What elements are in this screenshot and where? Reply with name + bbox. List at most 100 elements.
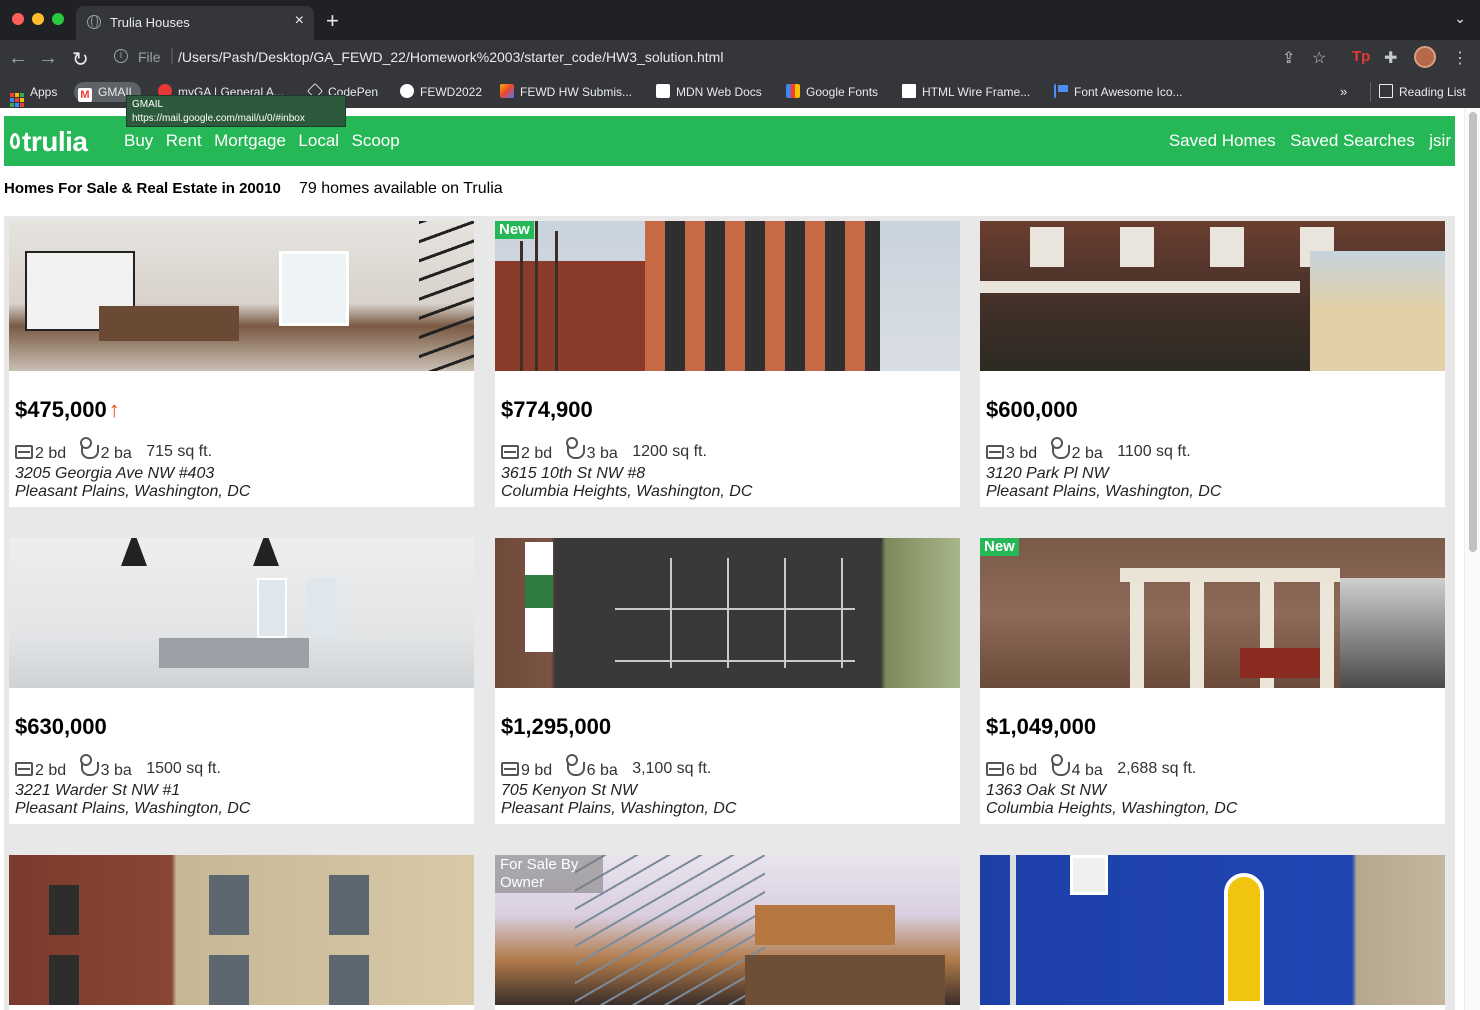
listing-card[interactable]: For Sale By Owner — [495, 855, 960, 1010]
browser-menu-icon[interactable]: ⋮ — [1452, 48, 1468, 68]
extensions-puzzle-icon[interactable]: ✚ — [1384, 48, 1397, 68]
sqft: 1500 sq ft. — [146, 760, 221, 777]
listing-specs: 2 bd 3 ba 1200 sq ft. — [501, 437, 707, 463]
page-scrollbar[interactable] — [1464, 108, 1480, 1010]
bookmark-apps[interactable]: Apps — [10, 82, 58, 107]
nav-rent[interactable]: Rent — [166, 131, 202, 150]
nav-buy[interactable]: Buy — [124, 131, 153, 150]
logo-text: trulia — [22, 126, 88, 157]
reload-icon[interactable]: ↻ — [72, 47, 89, 72]
sqft: 715 sq ft. — [146, 443, 213, 460]
listing-photo[interactable] — [9, 855, 474, 1005]
listing-card[interactable]: $1,295,000 9 bd 6 ba 3,100 sq ft. 705 Ke… — [495, 538, 960, 824]
tab-close-icon[interactable]: × — [295, 12, 304, 30]
listing-card[interactable] — [9, 855, 474, 1010]
nav-saved-searches[interactable]: Saved Searches — [1290, 131, 1415, 150]
nav-local[interactable]: Local — [298, 131, 339, 150]
maximize-window-button[interactable] — [52, 13, 64, 25]
area: Pleasant Plains, Washington, DC — [986, 483, 1222, 500]
street: 3205 Georgia Ave NW #403 — [15, 465, 215, 482]
info-icon[interactable]: i — [114, 49, 128, 63]
pendant-lamp-image — [121, 538, 147, 566]
bookmark-label: MDN Web Docs — [676, 85, 762, 99]
bookmark-font-awesome[interactable]: Font Awesome Ico... — [1054, 82, 1183, 102]
share-icon[interactable]: ⇪ — [1282, 48, 1295, 68]
url-separator: | — [170, 47, 175, 64]
results-count: 79 homes available on Trulia — [298, 180, 503, 197]
bookmark-fewd-hw[interactable]: FEWD HW Submis... — [500, 82, 632, 102]
extension-tp-icon[interactable]: Tp — [1352, 48, 1370, 65]
listing-photo[interactable]: For Sale By Owner — [495, 855, 960, 1005]
trulia-logo[interactable]: trulia — [10, 126, 88, 158]
forward-icon[interactable]: → — [38, 47, 58, 70]
scrollbar-thumb[interactable] — [1469, 112, 1477, 552]
bath-icon — [79, 754, 99, 776]
browser-tab[interactable]: Trulia Houses × — [76, 6, 314, 40]
listing-photo[interactable]: New — [980, 538, 1445, 688]
listing-card[interactable] — [980, 855, 1445, 1010]
sqft: 3,100 sq ft. — [632, 760, 712, 777]
page-title: Homes For Sale & Real Estate in 20010 — [4, 180, 281, 197]
listing-card[interactable]: $630,000 2 bd 3 ba 1500 sq ft. 3221 Ward… — [9, 538, 474, 824]
close-window-button[interactable] — [12, 13, 24, 25]
listing-photo[interactable] — [980, 221, 1445, 371]
listing-card[interactable]: New $774,900 2 bd 3 ba 1200 sq ft. 3615 … — [495, 221, 960, 507]
form-icon — [500, 84, 514, 98]
area: Columbia Heights, Washington, DC — [501, 483, 753, 500]
bookmarks-overflow-icon[interactable]: » — [1340, 84, 1347, 99]
area: Pleasant Plains, Washington, DC — [501, 800, 737, 817]
bookmark-mdn[interactable]: MDN Web Docs — [656, 82, 762, 102]
bookmark-fewd2022[interactable]: FEWD2022 — [400, 82, 482, 102]
bookmark-google-fonts[interactable]: Google Fonts — [786, 82, 878, 102]
price-value: $475,000 — [15, 397, 107, 422]
street: 705 Kenyon St NW — [501, 782, 638, 799]
bookmark-star-icon[interactable]: ☆ — [1312, 48, 1326, 68]
street: 1363 Oak St NW — [986, 782, 1107, 799]
profile-avatar[interactable] — [1414, 46, 1436, 68]
bookmark-label: Apps — [30, 85, 58, 99]
nav-saved-homes[interactable]: Saved Homes — [1169, 131, 1276, 150]
minimize-window-button[interactable] — [32, 13, 44, 25]
nav-mortgage[interactable]: Mortgage — [214, 131, 286, 150]
baths: 3 ba — [100, 762, 132, 779]
back-icon[interactable]: ← — [8, 47, 28, 70]
bath-icon — [1050, 754, 1070, 776]
bath-icon — [565, 754, 585, 776]
tab-search-icon[interactable]: ⌄ — [1454, 10, 1466, 27]
bed-icon — [501, 762, 519, 776]
listing-address: 3221 Warder St NW #1 Pleasant Plains, Wa… — [15, 782, 250, 818]
beds: 6 bd — [1006, 762, 1038, 779]
listing-photo[interactable] — [9, 538, 474, 688]
listing-card[interactable]: $600,000 3 bd 2 ba 1100 sq ft. 3120 Park… — [980, 221, 1445, 507]
reading-list-button[interactable]: Reading List — [1370, 82, 1466, 102]
new-tab-button[interactable]: + — [326, 8, 339, 34]
listing-card[interactable]: New $1,049,000 6 bd 4 ba 2,688 sq ft. 13… — [980, 538, 1445, 824]
listing-photo[interactable] — [9, 221, 474, 371]
porch-columns-image — [1130, 582, 1144, 688]
url-text[interactable]: /Users/Pash/Desktop/GA_FEWD_22/Homework%… — [178, 49, 723, 65]
listing-photo[interactable] — [495, 538, 960, 688]
nav-scoop[interactable]: Scoop — [352, 131, 400, 150]
kitchen-cabinets-image — [755, 905, 895, 945]
neighbor-building-image — [1340, 578, 1445, 688]
listing-address: 3205 Georgia Ave NW #403 Pleasant Plains… — [15, 465, 250, 501]
listing-card[interactable]: $475,000↑ 2 bd 2 ba 715 sq ft. 3205 Geor… — [9, 221, 474, 507]
page-content: trulia Buy Rent Mortgage Local Scoop Sav… — [0, 108, 1464, 1010]
flag-icon — [1054, 84, 1068, 98]
nav-user[interactable]: jsir — [1429, 131, 1451, 150]
listing-specs: 6 bd 4 ba 2,688 sq ft. — [986, 754, 1196, 780]
bookmark-tooltip: GMAIL https://mail.google.com/mail/u/0/#… — [126, 95, 346, 127]
drain-pipe-image — [1010, 855, 1016, 1005]
tree-image — [535, 221, 538, 371]
baths: 2 ba — [1071, 445, 1103, 462]
bookmark-html-wireframe[interactable]: HTML Wire Frame... — [902, 82, 1030, 102]
bed-icon — [986, 762, 1004, 776]
address-bar[interactable]: i File | /Users/Pash/Desktop/GA_FEWD_22/… — [104, 44, 1344, 72]
street: 3615 10th St NW #8 — [501, 465, 646, 482]
listing-photo[interactable] — [980, 855, 1445, 1005]
github-icon — [400, 84, 414, 98]
url-scheme-label: File — [138, 49, 161, 65]
sqft: 1100 sq ft. — [1117, 443, 1191, 460]
listing-price: $1,049,000 — [986, 714, 1097, 739]
listing-photo[interactable]: New — [495, 221, 960, 371]
